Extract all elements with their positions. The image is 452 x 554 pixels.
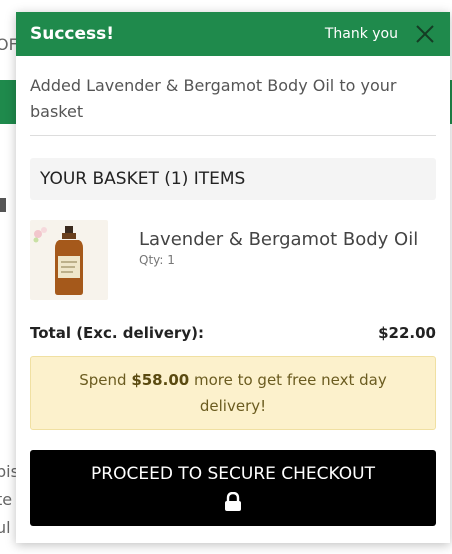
delivery-amount: $58.00	[131, 371, 190, 389]
item-qty: Qty: 1	[139, 253, 175, 267]
delivery-suffix: more to get free next day delivery!	[189, 371, 387, 415]
item-info: Lavender & Bergamot Body Oil Qty: 1	[139, 228, 419, 300]
popup-title: Success!	[30, 24, 115, 44]
basket-heading: YOUR BASKET (1) ITEMS	[30, 158, 436, 200]
delivery-prefix: Spend	[79, 371, 132, 389]
background-divider	[0, 198, 6, 212]
header-right: Thank you	[325, 23, 436, 45]
background-text-line: ul	[0, 518, 11, 537]
total-row: Total (Exc. delivery): $22.00	[30, 324, 436, 342]
cart-popup: Success! Thank you Added Lavender & Berg…	[16, 12, 450, 543]
total-label: Total (Exc. delivery):	[30, 324, 204, 342]
total-value: $22.00	[378, 324, 436, 342]
item-name[interactable]: Lavender & Bergamot Body Oil	[139, 228, 419, 251]
body-oil-bottle-icon	[33, 226, 83, 295]
thank-you-text: Thank you	[324, 26, 398, 42]
checkout-button[interactable]: PROCEED TO SECURE CHECKOUT	[30, 450, 436, 526]
checkout-label: PROCEED TO SECURE CHECKOUT	[91, 464, 375, 484]
close-icon[interactable]	[414, 23, 436, 45]
lock-icon	[225, 492, 241, 511]
background-text-line: te	[0, 490, 13, 509]
free-delivery-notice: Spend $58.00 more to get free next day d…	[30, 356, 436, 430]
product-image[interactable]	[30, 220, 108, 300]
added-message: Added Lavender & Bergamot Body Oil to yo…	[30, 73, 436, 136]
popup-header: Success! Thank you	[16, 12, 450, 56]
basket-item: Lavender & Bergamot Body Oil Qty: 1	[30, 220, 436, 300]
